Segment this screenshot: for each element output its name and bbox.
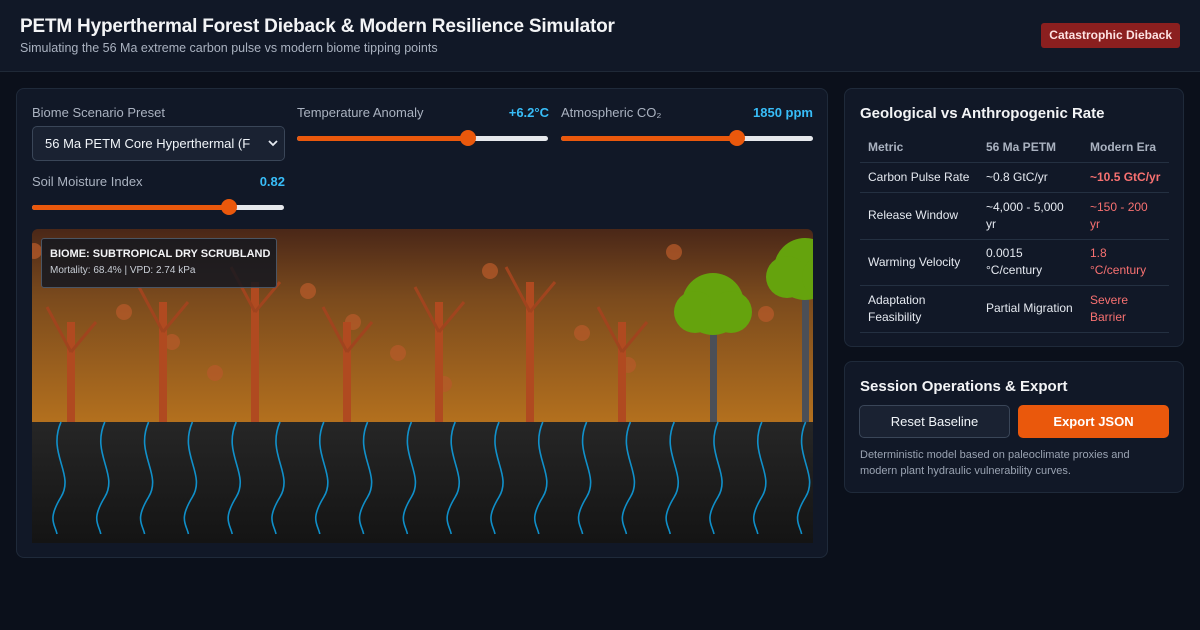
comparison-title: Geological vs Anthropogenic Rate bbox=[860, 105, 1105, 122]
ash-particle bbox=[758, 306, 774, 322]
cell-metric: Release Window bbox=[860, 192, 978, 240]
co2-value: 1850 ppm bbox=[753, 105, 813, 120]
table-row: Adaptation Feasibility Partial Migration… bbox=[860, 285, 1169, 333]
co2-slider[interactable] bbox=[561, 130, 813, 146]
comparison-panel: Geological vs Anthropogenic Rate Metric … bbox=[844, 88, 1184, 347]
cell-metric: Warming Velocity bbox=[860, 239, 978, 286]
table-row: Carbon Pulse Rate ~0.8 GtC/yr ~10.5 GtC/… bbox=[860, 162, 1169, 193]
ash-particle bbox=[390, 345, 406, 361]
slider-fill bbox=[32, 205, 229, 210]
page-subtitle: Simulating the 56 Ma extreme carbon puls… bbox=[20, 41, 438, 55]
reset-baseline-button[interactable]: Reset Baseline bbox=[859, 405, 1010, 438]
slider-fill bbox=[561, 136, 737, 141]
preset-selected-value: 56 Ma PETM Core Hyperthermal (F bbox=[45, 136, 251, 151]
model-footnote: Deterministic model based on paleoclimat… bbox=[860, 449, 1130, 477]
preset-label: Biome Scenario Preset bbox=[32, 105, 165, 120]
dead-tree-trunk bbox=[343, 322, 351, 422]
cell-modern: ~10.5 GtC/yr bbox=[1082, 162, 1169, 193]
tree-canopy bbox=[710, 291, 752, 333]
slider-fill bbox=[297, 136, 468, 141]
cell-petm: 0.0015 °C/century bbox=[978, 239, 1082, 286]
cell-petm: ~4,000 - 5,000 yr bbox=[978, 192, 1082, 240]
temperature-label: Temperature Anomaly bbox=[297, 105, 424, 120]
cell-modern: Severe Barrier bbox=[1082, 285, 1169, 333]
moisture-value: 0.82 bbox=[259, 174, 285, 189]
column-header-modern: Modern Era bbox=[1082, 132, 1169, 163]
cell-modern: 1.8 °C/century bbox=[1082, 239, 1169, 286]
chevron-down-icon bbox=[262, 127, 284, 160]
tree-trunk bbox=[802, 289, 809, 422]
dead-tree-trunk bbox=[159, 302, 167, 422]
dead-tree-trunk bbox=[526, 282, 534, 422]
slider-thumb[interactable] bbox=[729, 130, 745, 146]
column-header-metric: Metric bbox=[860, 132, 978, 163]
preset-select[interactable]: 56 Ma PETM Core Hyperthermal (F bbox=[32, 126, 285, 161]
slider-thumb[interactable] bbox=[221, 199, 237, 215]
page-title: PETM Hyperthermal Forest Dieback & Moder… bbox=[20, 16, 615, 37]
dead-tree-trunk bbox=[435, 302, 443, 422]
session-title: Session Operations & Export bbox=[860, 378, 1068, 395]
tree-canopy bbox=[766, 256, 808, 298]
tree-trunk bbox=[710, 324, 717, 422]
biome-label: BIOME: SUBTROPICAL DRY SCRUBLAND bbox=[50, 248, 271, 260]
temperature-value: +6.2°C bbox=[508, 105, 549, 120]
simulation-panel: Biome Scenario Preset 56 Ma PETM Core Hy… bbox=[16, 88, 828, 558]
ash-particle bbox=[482, 263, 498, 279]
cell-metric: Adaptation Feasibility bbox=[860, 285, 978, 333]
cell-modern: ~150 - 200 yr bbox=[1082, 192, 1169, 240]
table-row: Release Window ~4,000 - 5,000 yr ~150 - … bbox=[860, 192, 1169, 240]
app-header: PETM Hyperthermal Forest Dieback & Moder… bbox=[0, 0, 1200, 72]
cell-petm: ~0.8 GtC/yr bbox=[978, 162, 1082, 193]
column-header-petm: 56 Ma PETM bbox=[978, 132, 1082, 163]
dead-tree-trunk bbox=[618, 322, 626, 422]
ash-particle bbox=[300, 283, 316, 299]
export-json-button[interactable]: Export JSON bbox=[1018, 405, 1169, 438]
session-panel: Session Operations & Export Reset Baseli… bbox=[844, 361, 1184, 493]
biome-info-overlay: BIOME: SUBTROPICAL DRY SCRUBLAND Mortali… bbox=[41, 238, 277, 288]
status-badge: Catastrophic Dieback bbox=[1041, 23, 1180, 48]
table-row: Warming Velocity 0.0015 °C/century 1.8 °… bbox=[860, 239, 1169, 286]
slider-thumb[interactable] bbox=[460, 130, 476, 146]
dead-tree-trunk bbox=[251, 282, 259, 422]
cell-metric: Carbon Pulse Rate bbox=[860, 162, 978, 193]
co2-label: Atmospheric CO₂ bbox=[561, 105, 662, 120]
tree-canopy bbox=[674, 291, 716, 333]
ash-particle bbox=[207, 365, 223, 381]
comparison-table: Metric 56 Ma PETM Modern Era Carbon Puls… bbox=[860, 132, 1169, 333]
table-header-row: Metric 56 Ma PETM Modern Era bbox=[860, 132, 1169, 163]
ash-particle bbox=[574, 325, 590, 341]
cell-petm: Partial Migration bbox=[978, 285, 1082, 333]
temperature-slider[interactable] bbox=[297, 130, 548, 146]
moisture-slider[interactable] bbox=[32, 199, 284, 215]
dead-tree-trunk bbox=[67, 322, 75, 422]
biome-stats: Mortality: 68.4% | VPD: 2.74 kPa bbox=[50, 265, 196, 276]
ash-particle bbox=[666, 244, 682, 260]
ash-particle bbox=[116, 304, 132, 320]
forest-scene-canvas: BIOME: SUBTROPICAL DRY SCRUBLAND Mortali… bbox=[32, 229, 813, 543]
moisture-label: Soil Moisture Index bbox=[32, 174, 143, 189]
